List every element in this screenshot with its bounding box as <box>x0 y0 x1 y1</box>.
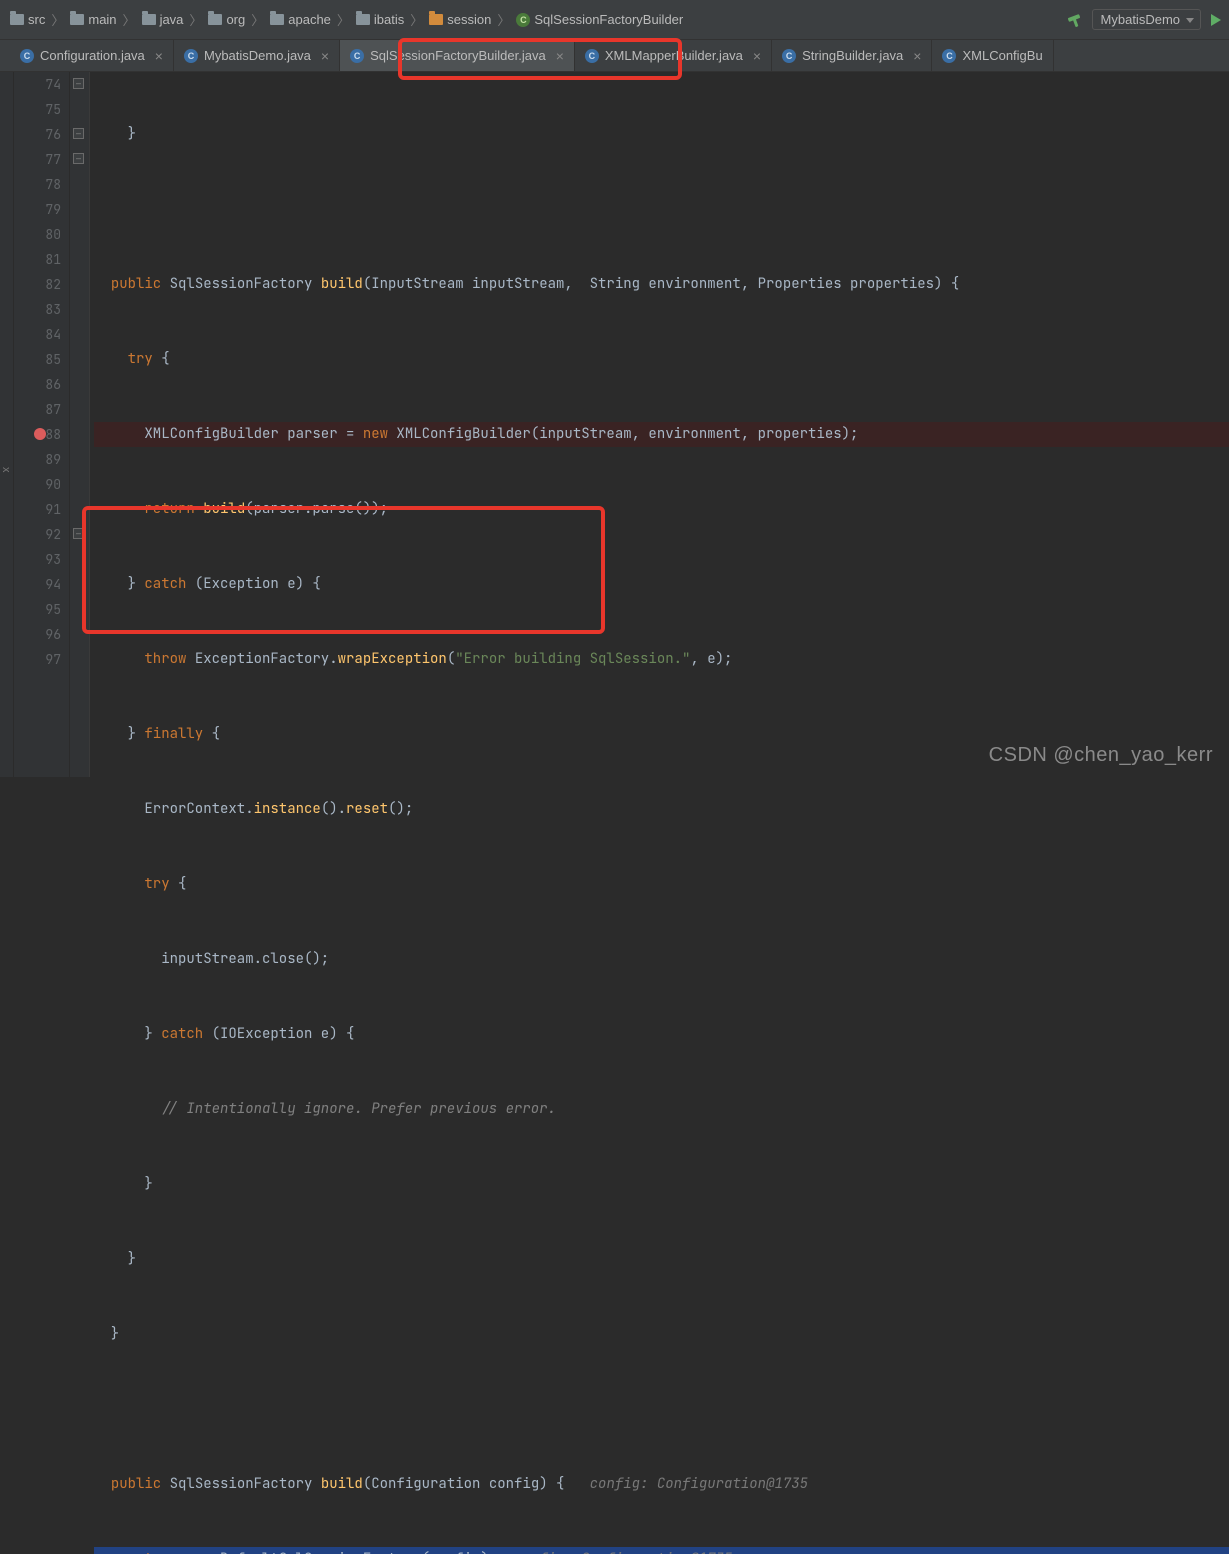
close-icon[interactable]: × <box>753 48 761 64</box>
breakpoint-icon[interactable] <box>34 428 46 440</box>
breadcrumb-item[interactable]: src <box>8 12 47 27</box>
tab-configuration[interactable]: CConfiguration.java× <box>10 40 174 71</box>
fold-marker[interactable]: – <box>73 153 84 164</box>
folder-icon <box>70 14 84 25</box>
folder-icon <box>270 14 284 25</box>
chevron-right-icon: 〉 <box>189 10 202 29</box>
breadcrumb-item[interactable]: CSqlSessionFactoryBuilder <box>514 12 685 27</box>
chevron-right-icon: 〉 <box>337 10 350 29</box>
run-config-dropdown[interactable]: MybatisDemo <box>1092 9 1201 30</box>
class-icon: C <box>350 49 364 63</box>
breadcrumb-item[interactable]: session <box>427 12 493 27</box>
editor-tabs: CConfiguration.java× CMybatisDemo.java× … <box>0 40 1229 72</box>
toolbar-right: MybatisDemo <box>1066 9 1221 30</box>
chevron-right-icon: 〉 <box>123 10 136 29</box>
folder-icon <box>356 14 370 25</box>
code-area[interactable]: } public SqlSessionFactory build(InputSt… <box>90 72 1229 777</box>
fold-marker[interactable]: – <box>73 128 84 139</box>
tab-xmlmapperbuilder[interactable]: CXMLMapperBuilder.java× <box>575 40 772 71</box>
folder-icon <box>142 14 156 25</box>
breadcrumb-bar: src〉 main〉 java〉 org〉 apache〉 ibatis〉 se… <box>0 0 1229 40</box>
code-editor[interactable]: xn 7475767778798081828384858687888990919… <box>0 72 1229 777</box>
chevron-right-icon: 〉 <box>51 10 64 29</box>
breadcrumb-item[interactable]: ibatis <box>354 12 406 27</box>
run-icon[interactable] <box>1211 14 1221 26</box>
folder-icon <box>429 14 443 25</box>
close-icon[interactable]: × <box>913 48 921 64</box>
class-icon: C <box>942 49 956 63</box>
breadcrumb-item[interactable]: apache <box>268 12 333 27</box>
class-icon: C <box>20 49 34 63</box>
class-icon: C <box>782 49 796 63</box>
folder-icon <box>10 14 24 25</box>
fold-marker[interactable]: – <box>73 528 84 539</box>
breadcrumb-item[interactable]: java <box>140 12 186 27</box>
folder-icon <box>208 14 222 25</box>
tab-sqlsessionfactorybuilder[interactable]: CSqlSessionFactoryBuilder.java× <box>340 40 575 71</box>
build-icon[interactable] <box>1066 12 1082 28</box>
fold-marker[interactable]: – <box>73 78 84 89</box>
chevron-right-icon: 〉 <box>497 10 510 29</box>
line-number-gutter[interactable]: 7475767778798081828384858687888990919293… <box>14 72 70 777</box>
tab-xmlconfigbuilder[interactable]: CXMLConfigBu <box>932 40 1053 71</box>
chevron-right-icon: 〉 <box>410 10 423 29</box>
tool-window-strip[interactable]: xn <box>0 72 14 777</box>
class-icon: C <box>585 49 599 63</box>
class-icon: C <box>516 13 530 27</box>
close-icon[interactable]: × <box>556 48 564 64</box>
watermark: CSDN @chen_yao_kerr <box>989 744 1213 767</box>
tab-stringbuilder[interactable]: CStringBuilder.java× <box>772 40 932 71</box>
tab-mybatisdemo[interactable]: CMybatisDemo.java× <box>174 40 340 71</box>
close-icon[interactable]: × <box>321 48 329 64</box>
breadcrumb-item[interactable]: org <box>206 12 247 27</box>
class-icon: C <box>184 49 198 63</box>
close-icon[interactable]: × <box>155 48 163 64</box>
chevron-right-icon: 〉 <box>251 10 264 29</box>
breadcrumb-item[interactable]: main <box>68 12 118 27</box>
fold-gutter[interactable]: – – – – <box>70 72 90 777</box>
